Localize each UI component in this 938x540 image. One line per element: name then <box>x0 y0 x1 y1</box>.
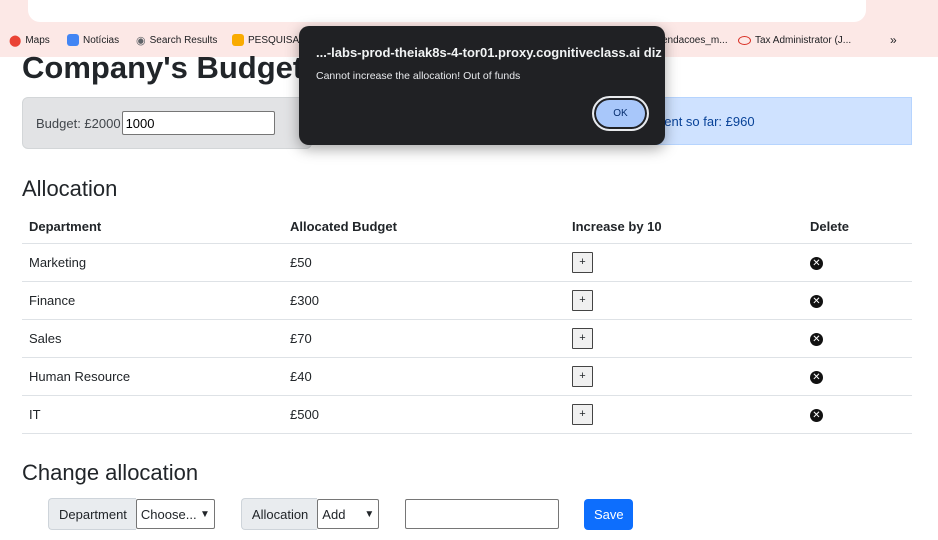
change-allocation-heading: Change allocation <box>22 460 199 485</box>
spreadsheet-icon <box>232 34 244 46</box>
budget-cell: £500 <box>283 395 565 434</box>
bookmark-label: endacoes_m... <box>662 34 728 46</box>
increase-cell: + <box>565 319 803 358</box>
alert-dialog: ...-labs-prod-theiak8s-4-tor01.proxy.cog… <box>299 26 665 145</box>
spent-so-far-label: pent so far: £960 <box>657 113 755 129</box>
department-cell: Sales <box>22 319 283 358</box>
page-title: Company's Budget <box>22 50 304 85</box>
budget-cell: £300 <box>283 281 565 320</box>
dialog-title: ...-labs-prod-theiak8s-4-tor01.proxy.cog… <box>316 45 662 60</box>
bookmark-search-results[interactable]: ◉ Search Results <box>136 34 217 47</box>
column-header-increase: Increase by 10 <box>565 211 803 244</box>
increase-cell: + <box>565 357 803 396</box>
budget-label: Budget: £2000 <box>36 115 121 131</box>
table-row: Sales £70 + ✕ <box>22 319 912 358</box>
table-row: Marketing £50 + ✕ <box>22 243 912 282</box>
allocation-select-value: Add <box>322 506 346 522</box>
amount-input[interactable] <box>405 499 560 529</box>
department-cell: IT <box>22 395 283 434</box>
budget-panel: Budget: £2000 <box>22 97 312 149</box>
chevron-down-icon: ▼ <box>364 508 375 520</box>
allocation-heading: Allocation <box>22 176 118 201</box>
bookmark-label: Search Results <box>149 34 218 46</box>
column-header-allocated-budget: Allocated Budget <box>283 211 565 244</box>
delete-cell: ✕ <box>803 357 912 396</box>
column-header-department: Department <box>22 211 283 244</box>
bookmark-label: Maps <box>25 34 50 46</box>
budget-input[interactable] <box>121 111 275 135</box>
oval-icon <box>738 35 751 45</box>
delete-icon[interactable]: ✕ <box>810 294 823 308</box>
department-cell: Finance <box>22 281 283 320</box>
increase-button[interactable]: + <box>572 365 593 387</box>
delete-icon[interactable]: ✕ <box>810 256 823 270</box>
delete-icon[interactable]: ✕ <box>810 332 823 346</box>
delete-cell: ✕ <box>803 395 912 434</box>
delete-cell: ✕ <box>803 243 912 282</box>
chevron-down-icon: ▼ <box>200 508 210 520</box>
dialog-ok-button[interactable]: OK <box>592 96 649 131</box>
save-button[interactable]: Save <box>584 498 634 530</box>
table-header-row: Department Allocated Budget Increase by … <box>22 211 912 244</box>
increase-button[interactable]: + <box>572 289 593 311</box>
increase-button[interactable]: + <box>572 327 593 349</box>
bookmarks-overflow-chevron-icon[interactable]: » <box>890 33 897 47</box>
department-select[interactable]: Choose... ▼ <box>135 499 215 529</box>
department-select-value: Choose... <box>140 506 197 522</box>
bookmark-label: Tax Administrator (J... <box>755 34 852 46</box>
department-cell: Marketing <box>22 243 283 282</box>
delete-cell: ✕ <box>803 281 912 320</box>
allocation-label: Allocation <box>240 498 318 530</box>
department-cell: Human Resource <box>22 357 283 396</box>
table-row: IT £500 + ✕ <box>22 395 912 434</box>
table-row: Human Resource £40 + ✕ <box>22 357 912 396</box>
allocation-table: Department Allocated Budget Increase by … <box>22 211 912 434</box>
search-results-icon: ◉ <box>136 34 146 47</box>
table-row: Finance £300 + ✕ <box>22 281 912 320</box>
delete-cell: ✕ <box>803 319 912 358</box>
bookmark-noticias[interactable]: Notícias <box>67 34 119 46</box>
change-allocation-form: Department Choose... ▼ Allocation Add ▼ … <box>48 498 634 530</box>
maps-pin-icon: ⬤ <box>9 34 22 47</box>
delete-icon[interactable]: ✕ <box>810 370 823 384</box>
increase-cell: + <box>565 281 803 320</box>
column-header-delete: Delete <box>803 211 912 244</box>
increase-cell: + <box>565 395 803 434</box>
budget-cell: £50 <box>283 243 565 282</box>
budget-cell: £40 <box>283 357 565 396</box>
bookmark-pesquisa[interactable]: PESQUISA D <box>232 34 309 46</box>
budget-cell: £70 <box>283 319 565 358</box>
bookmark-tax-administrator[interactable]: Tax Administrator (J... <box>738 35 851 46</box>
bookmark-endacoes[interactable]: endacoes_m... <box>662 35 728 46</box>
increase-button[interactable]: + <box>572 251 593 273</box>
allocation-select[interactable]: Add ▼ <box>317 499 380 529</box>
increase-button[interactable]: + <box>572 403 593 425</box>
bookmark-maps[interactable]: ⬤ Maps <box>9 34 50 47</box>
increase-cell: + <box>565 243 803 282</box>
bookmark-label: Notícias <box>83 34 120 46</box>
delete-icon[interactable]: ✕ <box>810 408 823 422</box>
department-label: Department <box>48 498 136 530</box>
address-bar[interactable] <box>28 0 866 22</box>
news-icon <box>67 34 79 46</box>
dialog-message: Cannot increase the allocation! Out of f… <box>316 70 521 82</box>
